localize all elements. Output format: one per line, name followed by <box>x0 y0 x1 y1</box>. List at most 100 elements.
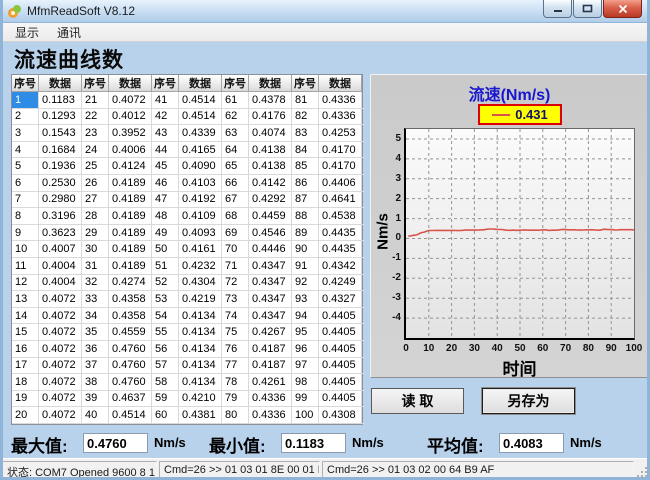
cell-value[interactable]: 0.4072 <box>39 407 82 424</box>
cell-value[interactable]: 0.4232 <box>179 258 222 275</box>
cell-value[interactable]: 0.1183 <box>39 92 82 109</box>
cell-index[interactable]: 76 <box>222 341 249 358</box>
cell-value[interactable]: 0.4161 <box>179 241 222 258</box>
cell-index[interactable]: 30 <box>82 241 109 258</box>
cell-index[interactable]: 80 <box>222 407 249 424</box>
cell-value[interactable]: 0.4249 <box>319 275 362 292</box>
cell-index[interactable]: 74 <box>222 308 249 325</box>
cell-index[interactable]: 50 <box>152 241 179 258</box>
cell-value[interactable]: 0.4072 <box>109 92 152 109</box>
cell-value[interactable]: 0.4347 <box>249 275 292 292</box>
cell-value[interactable]: 0.4093 <box>179 225 222 242</box>
cell-index[interactable]: 61 <box>222 92 249 109</box>
cell-value[interactable]: 0.4559 <box>109 324 152 341</box>
cell-index[interactable]: 38 <box>82 374 109 391</box>
cell-index[interactable]: 75 <box>222 324 249 341</box>
cell-index[interactable]: 82 <box>292 109 319 126</box>
cell-value[interactable]: 0.4103 <box>179 175 222 192</box>
cell-index[interactable]: 77 <box>222 358 249 375</box>
cell-value[interactable]: 0.4134 <box>179 358 222 375</box>
cell-value[interactable]: 0.2530 <box>39 175 82 192</box>
cell-value[interactable]: 0.4007 <box>39 241 82 258</box>
cell-value[interactable]: 0.4187 <box>249 341 292 358</box>
cell-value[interactable]: 0.4219 <box>179 291 222 308</box>
cell-value[interactable]: 0.1684 <box>39 142 82 159</box>
cell-value[interactable]: 0.4006 <box>109 142 152 159</box>
cell-value[interactable]: 0.3623 <box>39 225 82 242</box>
cell-index[interactable]: 10 <box>12 241 39 258</box>
cell-index[interactable]: 36 <box>82 341 109 358</box>
cell-index[interactable]: 56 <box>152 341 179 358</box>
cell-index[interactable]: 78 <box>222 374 249 391</box>
cell-value[interactable]: 0.4189 <box>109 175 152 192</box>
cell-value[interactable]: 0.4336 <box>319 109 362 126</box>
cell-value[interactable]: 0.4134 <box>179 324 222 341</box>
cell-index[interactable]: 90 <box>292 241 319 258</box>
cell-index[interactable]: 40 <box>82 407 109 424</box>
cell-value[interactable]: 0.4292 <box>249 192 292 209</box>
cell-index[interactable]: 20 <box>12 407 39 424</box>
cell-index[interactable]: 55 <box>152 324 179 341</box>
cell-index[interactable]: 32 <box>82 275 109 292</box>
cell-value[interactable]: 0.4261 <box>249 374 292 391</box>
cell-value[interactable]: 0.4134 <box>179 308 222 325</box>
cell-index[interactable]: 93 <box>292 291 319 308</box>
cell-index[interactable]: 81 <box>292 92 319 109</box>
cell-index[interactable]: 62 <box>222 109 249 126</box>
cell-index[interactable]: 49 <box>152 225 179 242</box>
cell-index[interactable]: 60 <box>152 407 179 424</box>
cell-index[interactable]: 37 <box>82 358 109 375</box>
cell-index[interactable]: 89 <box>292 225 319 242</box>
menu-item-display[interactable]: 显示 <box>6 22 48 43</box>
cell-value[interactable]: 0.4074 <box>249 125 292 142</box>
cell-index[interactable]: 35 <box>82 324 109 341</box>
cell-value[interactable]: 0.4336 <box>249 391 292 408</box>
cell-index[interactable]: 88 <box>292 208 319 225</box>
cell-value[interactable]: 0.4336 <box>319 92 362 109</box>
cell-index[interactable]: 21 <box>82 92 109 109</box>
cell-value[interactable]: 0.4308 <box>319 407 362 424</box>
cell-value[interactable]: 0.4405 <box>319 374 362 391</box>
cell-index[interactable]: 95 <box>292 324 319 341</box>
cell-index[interactable]: 33 <box>82 291 109 308</box>
cell-index[interactable]: 2 <box>12 109 39 126</box>
cell-index[interactable]: 22 <box>82 109 109 126</box>
cell-index[interactable]: 64 <box>222 142 249 159</box>
cell-index[interactable]: 14 <box>12 308 39 325</box>
cell-index[interactable]: 58 <box>152 374 179 391</box>
cell-index[interactable]: 72 <box>222 275 249 292</box>
cell-value[interactable]: 0.4304 <box>179 275 222 292</box>
cell-index[interactable]: 13 <box>12 291 39 308</box>
cell-value[interactable]: 0.4405 <box>319 324 362 341</box>
cell-index[interactable]: 4 <box>12 142 39 159</box>
cell-value[interactable]: 0.4347 <box>249 308 292 325</box>
cell-value[interactable]: 0.4347 <box>249 258 292 275</box>
cell-index[interactable]: 5 <box>12 158 39 175</box>
cell-index[interactable]: 69 <box>222 225 249 242</box>
cell-index[interactable]: 28 <box>82 208 109 225</box>
cell-value[interactable]: 0.4253 <box>319 125 362 142</box>
cell-index[interactable]: 6 <box>12 175 39 192</box>
cell-value[interactable]: 0.4405 <box>319 358 362 375</box>
cell-value[interactable]: 0.4546 <box>249 225 292 242</box>
cell-index[interactable]: 24 <box>82 142 109 159</box>
cell-value[interactable]: 0.4339 <box>179 125 222 142</box>
cell-index[interactable]: 97 <box>292 358 319 375</box>
cell-index[interactable]: 7 <box>12 192 39 209</box>
resize-grip[interactable] <box>636 466 648 478</box>
cell-value[interactable]: 0.3952 <box>109 125 152 142</box>
cell-value[interactable]: 0.4072 <box>39 391 82 408</box>
close-button[interactable] <box>603 0 642 18</box>
cell-index[interactable]: 3 <box>12 125 39 142</box>
read-button[interactable]: 读 取 <box>371 388 464 414</box>
cell-value[interactable]: 0.4170 <box>319 158 362 175</box>
cell-index[interactable]: 86 <box>292 175 319 192</box>
cell-index[interactable]: 84 <box>292 142 319 159</box>
cell-index[interactable]: 66 <box>222 175 249 192</box>
cell-value[interactable]: 0.4347 <box>249 291 292 308</box>
cell-value[interactable]: 0.4336 <box>249 407 292 424</box>
cell-value[interactable]: 0.4446 <box>249 241 292 258</box>
cell-index[interactable]: 11 <box>12 258 39 275</box>
cell-index[interactable]: 98 <box>292 374 319 391</box>
cell-index[interactable]: 51 <box>152 258 179 275</box>
